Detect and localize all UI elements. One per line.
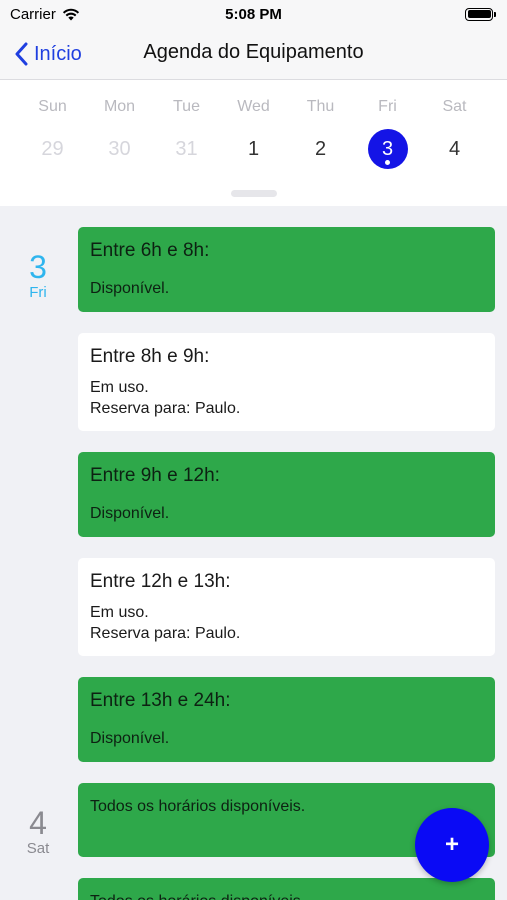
slot-status: Disponível. <box>90 730 170 747</box>
day-fri: Fri 3 <box>354 80 421 180</box>
event-dot <box>385 160 390 165</box>
day-name: Wed <box>237 98 270 115</box>
day-name: Tue <box>173 98 200 115</box>
day-wed: Wed 1 <box>220 80 287 180</box>
day-sat: Sat 4 <box>421 80 488 180</box>
day-number[interactable]: 4 <box>435 129 475 169</box>
slot-status: Todos os horários disponíveis. <box>90 798 306 815</box>
status-bar: Carrier 5:08 PM <box>0 0 507 28</box>
battery-level <box>467 10 491 18</box>
slot-status: Em uso. <box>90 604 149 621</box>
day-tue: Tue 31 <box>153 80 220 180</box>
agenda-date-day: Fri <box>29 284 47 301</box>
wifi-icon <box>62 8 79 20</box>
agenda-date-number: 4 <box>29 805 47 841</box>
calendar-week-strip: Sun 29 Mon 30 Tue 31 Wed 1 Thu 2 Fri 3 S… <box>0 80 507 206</box>
day-number[interactable]: 31 <box>167 129 207 169</box>
day-number[interactable]: 1 <box>234 129 274 169</box>
slot-card-in-use[interactable]: Entre 12h e 13h: Em uso. Reserva para: P… <box>78 558 495 656</box>
slot-card-all-available[interactable]: Todos os horários disponíveis. <box>78 878 495 900</box>
agenda-date-number: 3 <box>29 249 47 285</box>
day-sun: Sun 29 <box>19 80 86 180</box>
slot-status: Todos os horários disponíveis. <box>90 891 483 900</box>
slot-title: Entre 13h e 24h: <box>90 690 231 711</box>
day-name: Mon <box>103 98 136 115</box>
slot-title: Entre 6h e 8h: <box>90 240 210 261</box>
agenda-date-day: Sat <box>26 840 50 857</box>
agenda-date-fri: 3 Fri <box>0 250 76 302</box>
slot-status: Em uso. <box>90 379 149 396</box>
day-name: Fri <box>378 98 397 115</box>
day-name: Sat <box>442 98 467 115</box>
page-title-text: Agenda do Equipamento <box>143 41 364 63</box>
slot-card-available[interactable]: Entre 13h e 24h: Disponível. <box>78 677 495 762</box>
day-name: Sun <box>38 98 67 115</box>
slot-title: Entre 9h e 12h: <box>90 465 220 486</box>
agenda-date-sat: 4 Sat <box>0 806 76 858</box>
slot-reservation: Reserva para: Paulo. <box>90 400 241 417</box>
carrier-label: Carrier <box>10 5 56 23</box>
day-name: Thu <box>306 98 335 115</box>
status-left: Carrier <box>10 6 80 23</box>
day-mon: Mon 30 <box>86 80 153 180</box>
back-label: Início <box>34 42 82 65</box>
day-number[interactable]: 30 <box>100 129 140 169</box>
week-row: Sun 29 Mon 30 Tue 31 Wed 1 Thu 2 Fri 3 S… <box>19 80 488 180</box>
slot-card-in-use[interactable]: Entre 8h e 9h: Em uso. Reserva para: Pau… <box>78 333 495 431</box>
slot-status: Disponível. <box>90 280 170 297</box>
battery-icon <box>465 7 496 21</box>
slot-card-available[interactable]: Entre 6h e 8h: Disponível. <box>78 227 495 312</box>
agenda-list[interactable]: 3 Fri Entre 6h e 8h: Disponível. Entre 8… <box>0 206 507 900</box>
slot-card-available[interactable]: Entre 9h e 12h: Disponível. <box>78 452 495 537</box>
plus-icon: + <box>444 831 459 858</box>
slot-title: Entre 12h e 13h: <box>90 571 231 592</box>
calendar-drag-handle[interactable] <box>231 190 277 197</box>
slot-reservation: Reserva para: Paulo. <box>90 625 241 642</box>
chevron-left-icon <box>15 42 28 66</box>
day-number[interactable]: 2 <box>301 129 341 169</box>
add-reservation-button[interactable]: + <box>415 808 489 882</box>
slot-title: Entre 8h e 9h: <box>90 346 210 367</box>
back-button[interactable]: Início <box>14 36 82 72</box>
navigation-bar: Início Agenda do Equipamento <box>0 28 507 80</box>
day-thu: Thu 2 <box>287 80 354 180</box>
day-number[interactable]: 29 <box>33 129 73 169</box>
slot-status: Disponível. <box>90 505 170 522</box>
